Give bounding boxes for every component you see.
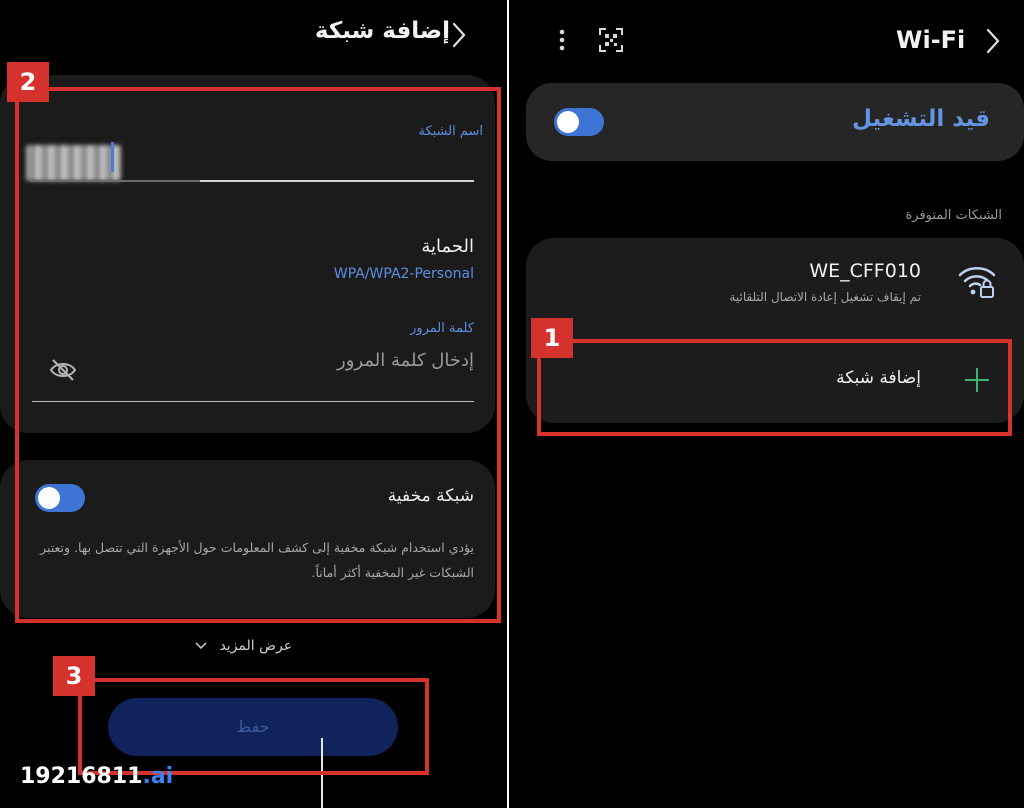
chevron-down-icon (195, 642, 207, 650)
step-2-highlight (15, 87, 501, 623)
back-button[interactable] (452, 22, 466, 52)
wifi-lock-icon (958, 266, 996, 298)
network-status: تم إيقاف تشغيل إعادة الاتصال التلقائية (729, 290, 921, 304)
watermark: 19216811.ai (20, 764, 173, 789)
wifi-page-title: Wi-Fi (896, 26, 966, 54)
step-3-highlight (78, 678, 429, 775)
panel-divider (507, 0, 509, 808)
wifi-status-label: قيد التشغيل (852, 106, 990, 132)
more-options-button[interactable] (555, 27, 569, 57)
network-signal (957, 263, 997, 303)
step-1-badge: 1 (531, 318, 573, 358)
step-1-highlight (537, 339, 1012, 436)
kebab-menu-icon (559, 29, 565, 51)
step-2-badge: 2 (7, 62, 49, 102)
watermark-accent: .ai (142, 764, 174, 789)
available-networks-header: الشبكات المتوفرة (905, 208, 1002, 223)
back-chevron-icon (452, 22, 466, 48)
watermark-main: 19216811 (20, 764, 143, 789)
back-chevron-icon (986, 28, 1000, 54)
network-ssid[interactable]: WE_CFF010 (809, 260, 921, 282)
wifi-back-button[interactable] (986, 28, 1000, 58)
toggle-knob (557, 111, 579, 133)
step-3-badge: 3 (53, 656, 95, 696)
qr-code-icon (599, 28, 623, 52)
add-network-page-title: إضافة شبكة (314, 18, 450, 44)
show-more-label: عرض المزيد (219, 638, 293, 654)
show-more-button[interactable]: عرض المزيد (195, 638, 292, 654)
wifi-toggle[interactable] (554, 108, 604, 136)
qr-scan-button[interactable] (598, 27, 624, 57)
